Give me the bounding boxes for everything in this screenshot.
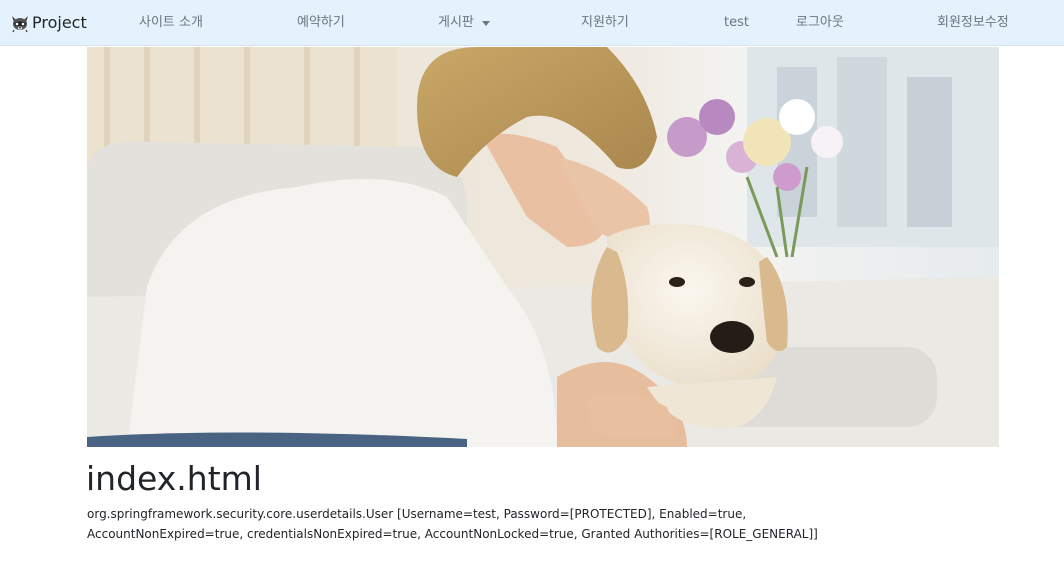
nav-item-logout-label: 로그아웃: [796, 15, 844, 30]
nav-item-about-label: 사이트 소개: [139, 15, 203, 30]
nav-item-edit-profile[interactable]: 회원정보수정: [937, 14, 1009, 32]
nav-item-username-label: test: [724, 15, 749, 30]
brand-link[interactable]: Project: [10, 11, 87, 35]
nav-item-edit-profile-label: 회원정보수정: [937, 15, 1009, 30]
nav-item-logout[interactable]: 로그아웃: [796, 14, 844, 32]
nav-item-board-label: 게시판: [438, 15, 474, 30]
brand-text: Project: [32, 13, 87, 32]
raccoon-logo-icon: [12, 16, 28, 33]
nav-item-apply-label: 지원하기: [581, 15, 629, 30]
nav-item-apply[interactable]: 지원하기: [581, 14, 629, 32]
woman-kissing-dog-photo: [87, 47, 999, 447]
nav-item-username[interactable]: test: [724, 14, 749, 32]
nav-item-reservation-label: 예약하기: [297, 15, 345, 30]
user-principal-text: org.springframework.security.core.userde…: [87, 507, 818, 541]
nav-item-reservation[interactable]: 예약하기: [297, 14, 345, 32]
page-title: index.html: [86, 459, 262, 498]
nav-item-board-dropdown[interactable]: 게시판: [438, 14, 490, 32]
caret-down-icon: [481, 20, 490, 26]
hero-image: [87, 47, 999, 447]
top-navbar: Project 사이트 소개 예약하기 게시판 지원하기 test 로그아웃 회…: [0, 0, 1064, 46]
nav-item-about[interactable]: 사이트 소개: [139, 14, 203, 32]
